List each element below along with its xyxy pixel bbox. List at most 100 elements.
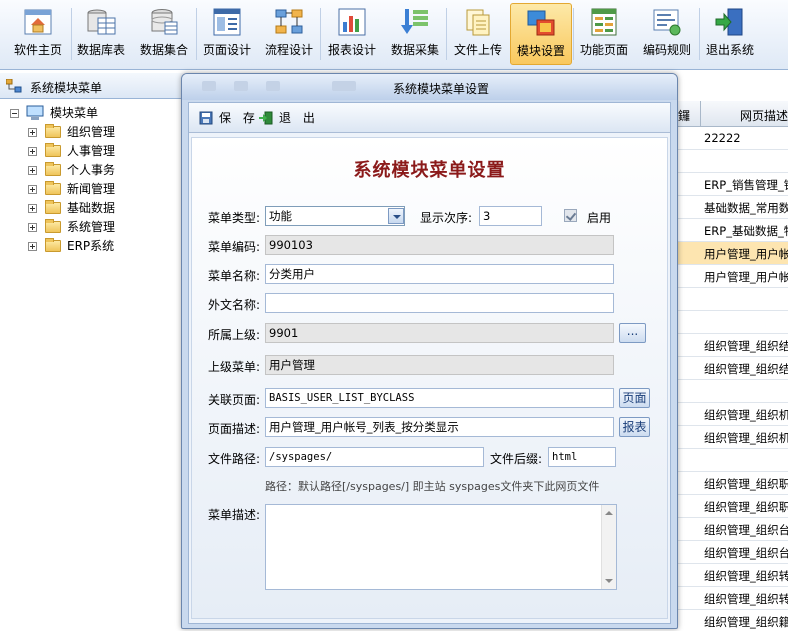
- tree-item-label: 组织管理: [67, 125, 116, 139]
- toolbar-data-collect-button[interactable]: 数据采集: [384, 3, 446, 65]
- toolbar-page-design-button[interactable]: 页面设计: [196, 3, 258, 65]
- tree-item[interactable]: 个人事务: [28, 161, 178, 180]
- toolbar-flow-design-button[interactable]: 流程设计: [258, 3, 320, 65]
- expand-icon[interactable]: [28, 128, 37, 137]
- toolbar-label: 数据库表: [76, 43, 125, 57]
- table-cell: 组织管理_组织转: [704, 592, 788, 606]
- toolbar-coding-rule-button[interactable]: 编码规则: [636, 3, 698, 65]
- page-select-button[interactable]: 页面: [619, 388, 650, 408]
- collapse-icon[interactable]: [10, 109, 19, 118]
- table-row[interactable]: ERP_销售管理_销: [672, 173, 788, 196]
- toolbar-module-settings-button[interactable]: 模块设置: [510, 3, 572, 65]
- table-row[interactable]: 22222: [672, 127, 788, 150]
- table-row[interactable]: 组织管理_组织籍: [672, 610, 788, 631]
- menu-type-label: 菜单类型:: [208, 211, 261, 225]
- file-path-label: 文件路径:: [208, 452, 261, 466]
- menu-type-select[interactable]: 功能: [265, 206, 405, 226]
- toolbar-dataset-button[interactable]: 数据集合: [133, 3, 195, 65]
- display-order-label: 显示次序:: [420, 211, 473, 225]
- tree-item-label: 人事管理: [67, 144, 116, 158]
- parent-browse-button[interactable]: ...: [619, 323, 646, 343]
- table-row[interactable]: ERP_基础数据_物: [672, 219, 788, 242]
- table-row[interactable]: 基础数据_常用数: [672, 196, 788, 219]
- table-row[interactable]: [672, 150, 788, 173]
- menu-desc-textarea[interactable]: [265, 504, 617, 590]
- toolbar-label: 数据集合: [139, 43, 188, 57]
- display-order-value: 3: [483, 209, 491, 223]
- table-cell: 组织管理_组织结: [704, 362, 788, 376]
- table-row[interactable]: 组织管理_组织台: [672, 518, 788, 541]
- table-row[interactable]: 组织管理_组织职: [672, 472, 788, 495]
- data-collect-icon: [401, 9, 428, 34]
- table-row[interactable]: [672, 288, 788, 311]
- menu-name-input[interactable]: 分类用户: [265, 264, 614, 284]
- table-row[interactable]: 用户管理_用户帐: [672, 265, 788, 288]
- expand-icon[interactable]: [28, 204, 37, 213]
- tree-item[interactable]: 新闻管理: [28, 180, 178, 199]
- titlebar-ghost-icon: [202, 81, 216, 91]
- tree-root-node[interactable]: 模块菜单: [10, 104, 180, 123]
- toolbar-label: 报表设计: [327, 43, 376, 57]
- left-panel-header: 系统模块菜单: [0, 73, 185, 99]
- tree-item[interactable]: 基础数据: [28, 199, 178, 218]
- expand-icon[interactable]: [28, 147, 37, 156]
- folder-icon: [45, 143, 61, 157]
- dialog-toolbar: 保 存 退 出: [189, 103, 670, 133]
- toolbar-report-design-button[interactable]: 报表设计: [321, 3, 383, 65]
- table-row[interactable]: [672, 449, 788, 472]
- scroll-up-icon[interactable]: [605, 511, 613, 515]
- tree-item[interactable]: 组织管理: [28, 123, 178, 142]
- table-row[interactable]: 组织管理_组织结: [672, 334, 788, 357]
- expand-icon[interactable]: [28, 242, 37, 251]
- table-row[interactable]: 组织管理_组织转: [672, 587, 788, 610]
- table-row[interactable]: 组织管理_组织职: [672, 495, 788, 518]
- textarea-scrollbar[interactable]: [601, 505, 616, 589]
- dialog-titlebar[interactable]: 系统模块菜单设置: [182, 74, 677, 100]
- toolbar-file-upload-button[interactable]: 文件上传: [447, 3, 509, 65]
- report-select-button[interactable]: 报表: [619, 417, 650, 437]
- toolbar-function-page-button[interactable]: 功能页面: [573, 3, 635, 65]
- save-button[interactable]: 保 存: [199, 110, 255, 126]
- file-suffix-input[interactable]: html: [548, 447, 616, 467]
- linked-page-input[interactable]: BASIS_USER_LIST_BYCLASS: [265, 388, 614, 408]
- upper-menu-label: 上级菜单:: [208, 360, 261, 374]
- folder-icon: [45, 124, 61, 138]
- toolbar-label: 文件上传: [453, 43, 502, 57]
- table-row[interactable]: 组织管理_组织结: [672, 357, 788, 380]
- expand-icon[interactable]: [28, 185, 37, 194]
- table-row[interactable]: 组织管理_组织转: [672, 564, 788, 587]
- parent-label: 所属上级:: [208, 328, 261, 342]
- toolbar-home-button[interactable]: 软件主页: [7, 3, 69, 65]
- tree-item[interactable]: 系统管理: [28, 218, 178, 237]
- home-icon: [24, 9, 52, 35]
- toolbar-database-table-button[interactable]: 数据库表: [70, 3, 132, 65]
- save-icon: [199, 111, 213, 125]
- table-row[interactable]: [672, 311, 788, 334]
- expand-icon[interactable]: [28, 223, 37, 232]
- table-cell: 组织管理_组织台: [704, 546, 788, 560]
- foreign-name-input[interactable]: [265, 293, 614, 313]
- table-row[interactable]: 组织管理_组织机: [672, 426, 788, 449]
- scroll-down-icon[interactable]: [605, 579, 613, 583]
- upper-menu-field: 用户管理: [265, 355, 614, 375]
- tree-item[interactable]: ERP系统: [28, 237, 178, 256]
- expand-icon[interactable]: [28, 166, 37, 175]
- table-row[interactable]: 用户管理_用户帐: [672, 242, 788, 265]
- main-toolbar: 软件主页 数据库表 数据集合 页面设计 流程设计 报表设计 数据采集 文件上传 …: [0, 0, 788, 70]
- tree-item[interactable]: 人事管理: [28, 142, 178, 161]
- grid-header-page-desc[interactable]: 网页描述: [740, 107, 788, 124]
- exit-button[interactable]: 退 出: [259, 110, 315, 126]
- table-row[interactable]: [672, 380, 788, 403]
- table-row[interactable]: 组织管理_组织台: [672, 541, 788, 564]
- grid-header-fragment: 鑼: [678, 109, 691, 123]
- chevron-down-icon[interactable]: [388, 208, 404, 224]
- table-cell: 组织管理_组织结: [704, 339, 788, 353]
- enabled-checkbox[interactable]: [564, 209, 577, 222]
- display-order-input[interactable]: 3: [479, 206, 542, 226]
- grid-header: 鑼 网页描述: [672, 101, 788, 127]
- table-row[interactable]: 组织管理_组织机: [672, 403, 788, 426]
- page-design-icon: [213, 8, 241, 36]
- page-desc-input[interactable]: 用户管理_用户帐号_列表_按分类显示: [265, 417, 614, 437]
- file-path-input[interactable]: /syspages/: [265, 447, 484, 467]
- toolbar-exit-button[interactable]: 退出系统: [699, 3, 761, 65]
